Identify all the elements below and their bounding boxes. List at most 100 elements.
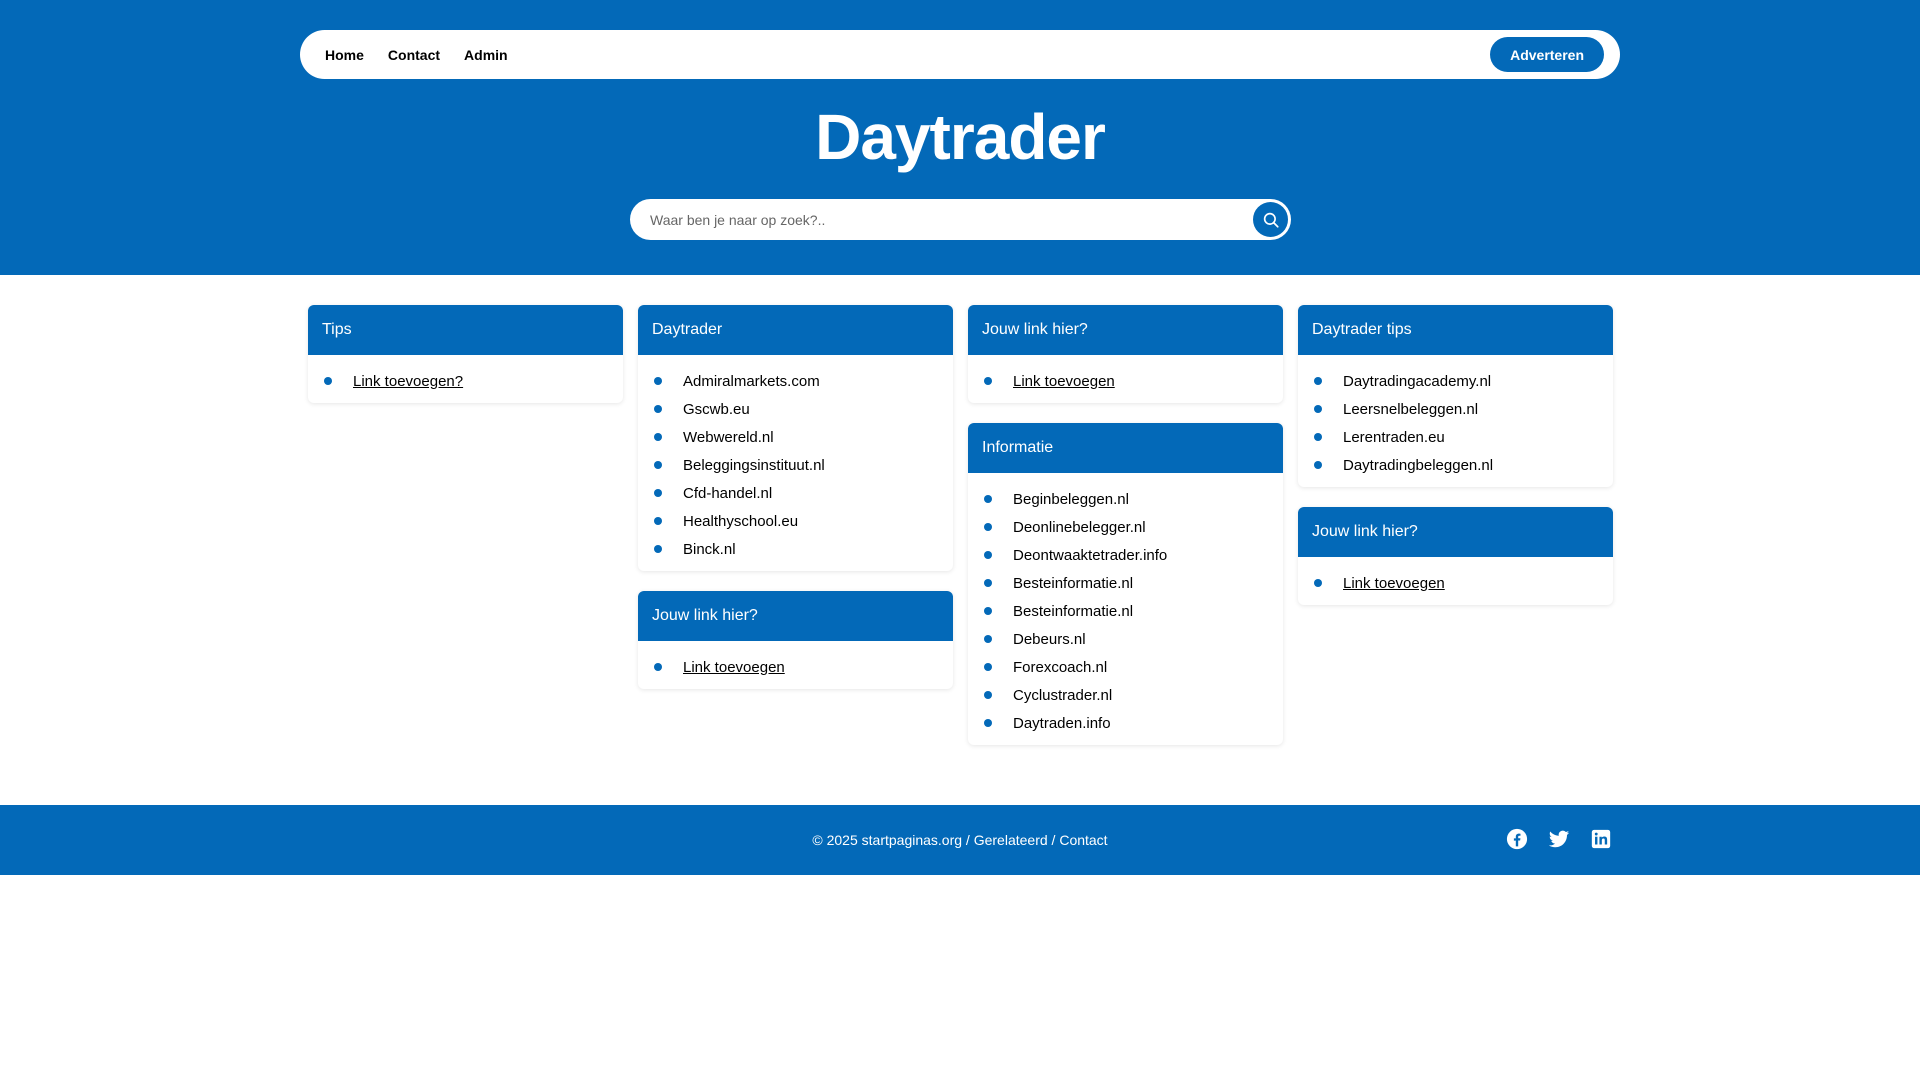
link-card: Jouw link hier? Link toevoegen <box>1298 507 1613 605</box>
list-item: Deonlinebelegger.nl <box>984 513 1269 541</box>
site-link[interactable]: Forexcoach.nl <box>1013 659 1107 676</box>
bullet-icon <box>984 579 992 587</box>
site-link[interactable]: Cyclustrader.nl <box>1013 687 1112 704</box>
link-list: Beginbeleggen.nl Deonlinebelegger.nl Deont… <box>984 485 1269 737</box>
add-link-link[interactable]: Link toevoegen? <box>353 373 463 390</box>
list-item: Admiralmarkets.com <box>654 367 939 395</box>
site-link[interactable]: Binck.nl <box>683 541 736 558</box>
footer-separator: / <box>962 832 974 848</box>
copyright-text: © 2025 startpaginas.org <box>812 832 963 848</box>
list-item: Besteinformatie.nl <box>984 597 1269 625</box>
nav-home-link[interactable]: Home <box>325 47 364 63</box>
bullet-icon <box>984 523 992 531</box>
add-link-link[interactable]: Link toevoegen <box>1013 373 1115 390</box>
facebook-icon[interactable] <box>1506 828 1528 850</box>
bullet-icon <box>654 663 662 671</box>
link-list: Admiralmarkets.com Gscwb.eu Webwereld.nl Be… <box>654 367 939 563</box>
link-list: Daytradingacademy.nl Leersnelbeleggen.nl L… <box>1314 367 1599 479</box>
site-link[interactable]: Admiralmarkets.com <box>683 373 820 390</box>
site-link[interactable]: Daytradingbeleggen.nl <box>1343 457 1493 474</box>
bullet-icon <box>1314 433 1322 441</box>
list-item: Deontwaaktetrader.info <box>984 541 1269 569</box>
card-title: Jouw link hier? <box>638 591 953 641</box>
bullet-icon <box>1314 579 1322 587</box>
related-link[interactable]: Gerelateerd <box>974 832 1048 848</box>
list-item: Leersnelbeleggen.nl <box>1314 395 1599 423</box>
link-list: Link toevoegen? <box>324 367 609 395</box>
list-item: Healthyschool.eu <box>654 507 939 535</box>
site-link[interactable]: Webwereld.nl <box>683 429 774 446</box>
site-link[interactable]: Leersnelbeleggen.nl <box>1343 401 1478 418</box>
list-item: Link toevoegen <box>984 367 1269 395</box>
bullet-icon <box>324 377 332 385</box>
list-item: Debeurs.nl <box>984 625 1269 653</box>
site-link[interactable]: Beleggingsinstituut.nl <box>683 457 825 474</box>
add-link-link[interactable]: Link toevoegen <box>683 659 785 676</box>
site-link[interactable]: Daytradingacademy.nl <box>1343 373 1491 390</box>
nav-contact-link[interactable]: Contact <box>388 47 440 63</box>
site-link[interactable]: Lerentraden.eu <box>1343 429 1445 446</box>
bullet-icon <box>984 551 992 559</box>
list-item: Link toevoegen <box>654 653 939 681</box>
bullet-icon <box>654 517 662 525</box>
advertise-button[interactable]: Adverteren <box>1490 37 1604 72</box>
site-link[interactable]: Beginbeleggen.nl <box>1013 491 1129 508</box>
link-card: Jouw link hier? Link toevoegen <box>968 305 1283 403</box>
list-item: Cfd-handel.nl <box>654 479 939 507</box>
list-item: Cyclustrader.nl <box>984 681 1269 709</box>
footer-contact-link[interactable]: Contact <box>1059 832 1107 848</box>
bullet-icon <box>654 433 662 441</box>
header-banner: Home Contact Admin Adverteren Daytrader <box>0 0 1920 275</box>
bullet-icon <box>984 377 992 385</box>
site-link[interactable]: Daytraden.info <box>1013 715 1111 732</box>
link-columns: Tips Link toevoegen? Daytrader Admiralmarke… <box>308 305 1613 745</box>
bullet-icon <box>1314 405 1322 413</box>
search-input[interactable] <box>650 211 1253 228</box>
footer-text: © 2025 startpaginas.org / Gerelateerd / … <box>812 832 1107 848</box>
nav-links: Home Contact Admin <box>325 47 508 63</box>
link-card: Daytrader tips Daytradingacademy.nl Leersn… <box>1298 305 1613 487</box>
bullet-icon <box>984 635 992 643</box>
bullet-icon <box>984 719 992 727</box>
list-item: Link toevoegen <box>1314 569 1599 597</box>
link-list: Link toevoegen <box>984 367 1269 395</box>
card-body: Link toevoegen <box>1298 557 1613 605</box>
search-button[interactable] <box>1253 202 1288 237</box>
site-link[interactable]: Debeurs.nl <box>1013 631 1086 648</box>
card-body: Link toevoegen <box>638 641 953 689</box>
site-link[interactable]: Healthyschool.eu <box>683 513 798 530</box>
card-title: Daytrader tips <box>1298 305 1613 355</box>
card-body: Daytradingacademy.nl Leersnelbeleggen.nl L… <box>1298 355 1613 487</box>
nav-admin-link[interactable]: Admin <box>464 47 508 63</box>
list-item: Binck.nl <box>654 535 939 563</box>
link-column: Daytrader tips Daytradingacademy.nl Leersn… <box>1298 305 1613 745</box>
bullet-icon <box>654 545 662 553</box>
link-list: Link toevoegen <box>654 653 939 681</box>
card-body: Link toevoegen? <box>308 355 623 403</box>
linkedin-icon[interactable] <box>1590 828 1612 850</box>
bullet-icon <box>984 495 992 503</box>
link-card: Informatie Beginbeleggen.nl Deonlinebelegg… <box>968 423 1283 745</box>
list-item: Besteinformatie.nl <box>984 569 1269 597</box>
site-link[interactable]: Deontwaaktetrader.info <box>1013 547 1167 564</box>
bullet-icon <box>654 377 662 385</box>
site-link[interactable]: Besteinformatie.nl <box>1013 603 1133 620</box>
site-link[interactable]: Deonlinebelegger.nl <box>1013 519 1146 536</box>
twitter-icon[interactable] <box>1548 828 1570 850</box>
social-links <box>1506 828 1612 850</box>
bullet-icon <box>984 663 992 671</box>
list-item: Webwereld.nl <box>654 423 939 451</box>
card-body: Admiralmarkets.com Gscwb.eu Webwereld.nl Be… <box>638 355 953 571</box>
list-item: Link toevoegen? <box>324 367 609 395</box>
link-list: Link toevoegen <box>1314 569 1599 597</box>
site-link[interactable]: Besteinformatie.nl <box>1013 575 1133 592</box>
card-title: Informatie <box>968 423 1283 473</box>
card-title: Daytrader <box>638 305 953 355</box>
bullet-icon <box>984 691 992 699</box>
site-link[interactable]: Gscwb.eu <box>683 401 750 418</box>
site-link[interactable]: Cfd-handel.nl <box>683 485 772 502</box>
card-title: Jouw link hier? <box>1298 507 1613 557</box>
add-link-link[interactable]: Link toevoegen <box>1343 575 1445 592</box>
card-body: Link toevoegen <box>968 355 1283 403</box>
list-item: Beginbeleggen.nl <box>984 485 1269 513</box>
